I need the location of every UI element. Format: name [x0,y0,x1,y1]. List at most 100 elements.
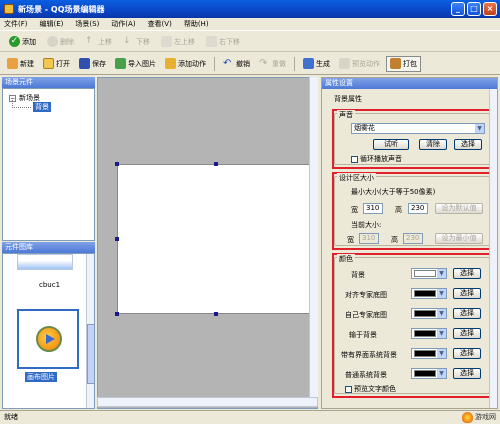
delete-button[interactable]: 删除 [44,34,77,50]
left-panel: 场景元件 − 新场景 背景 元件图库 cbuc1 画布图片 [2,77,95,409]
sound-select[interactable]: 烟雾花 ▼ [351,123,485,134]
color-swatch [414,370,436,377]
redo-icon: ↷ [259,58,268,69]
status-bar: 就绪 [0,410,500,424]
menu-view[interactable]: 查看(V) [148,19,172,29]
design-size-group: 设计区大小 最小大小(大于等于50像素) 宽 310 高 230 设为默认值 当… [334,173,490,246]
save-button[interactable]: 保存 [76,56,109,72]
menu-help[interactable]: 帮助(H) [184,19,209,29]
color-picker[interactable]: ▼ [411,328,447,339]
main-toolbar: 新建 打开 保存 导入图片 添加动作 ↶ 撤销 ↷ 重做 生成 预览动作 打包 [0,53,500,75]
undo-button[interactable]: ↶ 撤销 [220,56,253,72]
color-select-button[interactable]: 选择 [453,288,481,299]
menu-file[interactable]: 文件(F) [4,19,28,29]
menu-action[interactable]: 动作(A) [111,19,135,29]
color-picker[interactable]: ▼ [411,348,447,359]
resize-handle[interactable] [115,162,119,166]
chevron-down-icon: ▼ [437,269,446,278]
add-button[interactable]: ✓ 添加 [6,34,39,50]
checkbox-box[interactable] [351,155,358,163]
open-folder-icon [43,58,54,69]
move-down-button[interactable]: ↓ 下移 [120,34,153,50]
library-thumbnail-selected[interactable] [17,309,79,369]
import-image-button[interactable]: 导入图片 [112,56,159,72]
sound-try-button[interactable]: 试听 [373,139,409,150]
current-height-label: 高 [391,236,398,244]
move-up-button[interactable]: ↑ 上移 [82,34,115,50]
loop-sound-checkbox[interactable]: 循环播放声音 [351,154,402,164]
add-action-icon [165,58,176,69]
move-left-button[interactable]: 左上移 [158,34,198,50]
media-player-icon [36,326,62,352]
set-min-button[interactable]: 设为最小值 [435,233,483,244]
library-item-label-selected: 画布图片 [25,372,57,382]
height-input[interactable]: 230 [408,203,428,214]
menu-bar: 文件(F) 编辑(E) 场景(S) 动作(A) 查看(V) 帮助(H) [0,18,500,31]
generate-icon [303,58,314,69]
resize-handle[interactable] [214,162,218,166]
tree-node-background[interactable]: 背景 [33,102,51,112]
resize-handle[interactable] [115,237,119,241]
flame-logo-icon [462,411,473,423]
menu-edit[interactable]: 编辑(E) [40,19,64,29]
design-canvas[interactable] [97,77,318,409]
size-group-label: 设计区大小 [337,173,376,183]
new-icon [7,58,18,69]
sound-group: 声音 烟雾花 ▼ 试听 清除 选择 循环播放声音 [334,110,490,165]
color-swatch [414,310,436,317]
sound-clear-button[interactable]: 清除 [419,139,447,150]
color-row-label: 带有界面系统背景 [341,351,397,359]
resize-handle[interactable] [214,312,218,316]
properties-panel: 属性设置 背景属性 声音 烟雾花 ▼ 试听 清除 选择 循环播放声音 设计区大小… [321,77,498,409]
open-button[interactable]: 打开 [40,56,73,72]
generate-button[interactable]: 生成 [300,56,333,72]
color-swatch [414,290,436,297]
color-picker[interactable]: ▼ [411,368,447,379]
library-thumbnail[interactable] [17,254,73,270]
preview-text-color-checkbox[interactable]: 预览文字颜色 [345,384,396,394]
set-default-button[interactable]: 设为默认值 [435,203,483,214]
chevron-down-icon: ▼ [437,329,446,338]
properties-scrollbar[interactable] [489,89,497,408]
chevron-down-icon: ▼ [437,289,446,298]
toolbar-separator [294,56,295,71]
color-row-label: 普通系统背景 [345,371,387,379]
package-button[interactable]: 打包 [386,55,421,72]
current-size-label: 当前大小: [351,221,382,229]
canvas-vertical-scrollbar[interactable] [309,77,318,397]
chevron-down-icon: ▼ [437,309,446,318]
move-left-icon [161,36,172,47]
move-right-button[interactable]: 右下移 [203,34,243,50]
image-library: cbuc1 画布图片 [2,253,95,409]
color-picker[interactable]: ▼ [411,288,447,299]
color-picker[interactable]: ▼ [411,268,447,279]
chevron-down-icon: ▼ [475,124,484,133]
color-select-button[interactable]: 选择 [453,368,481,379]
menu-scene[interactable]: 场景(S) [75,19,99,29]
checkbox-box[interactable] [345,385,352,393]
sound-select-button[interactable]: 选择 [454,139,482,150]
maximize-button[interactable]: □ [467,2,481,16]
color-select-button[interactable]: 选择 [453,308,481,319]
library-item-label: cbuc1 [39,281,61,289]
resize-handle[interactable] [115,312,119,316]
current-height-value: 230 [403,233,423,244]
scene-stage[interactable] [117,164,314,314]
minimize-button[interactable]: _ [451,2,465,16]
move-down-icon: ↓ [123,36,131,46]
library-scrollbar[interactable] [86,254,94,408]
preview-action-button[interactable]: 预览动作 [336,56,383,72]
add-action-button[interactable]: 添加动作 [162,56,209,72]
canvas-horizontal-scrollbar[interactable] [97,397,318,407]
color-select-button[interactable]: 选择 [453,348,481,359]
add-icon: ✓ [9,36,20,47]
color-select-button[interactable]: 选择 [453,328,481,339]
new-button[interactable]: 新建 [4,56,37,72]
close-button[interactable]: × [483,2,497,16]
color-select-button[interactable]: 选择 [453,268,481,279]
preview-icon [339,58,350,69]
scrollbar-thumb[interactable] [87,324,94,384]
color-picker[interactable]: ▼ [411,308,447,319]
redo-button[interactable]: ↷ 重做 [256,56,289,72]
width-input[interactable]: 310 [363,203,383,214]
